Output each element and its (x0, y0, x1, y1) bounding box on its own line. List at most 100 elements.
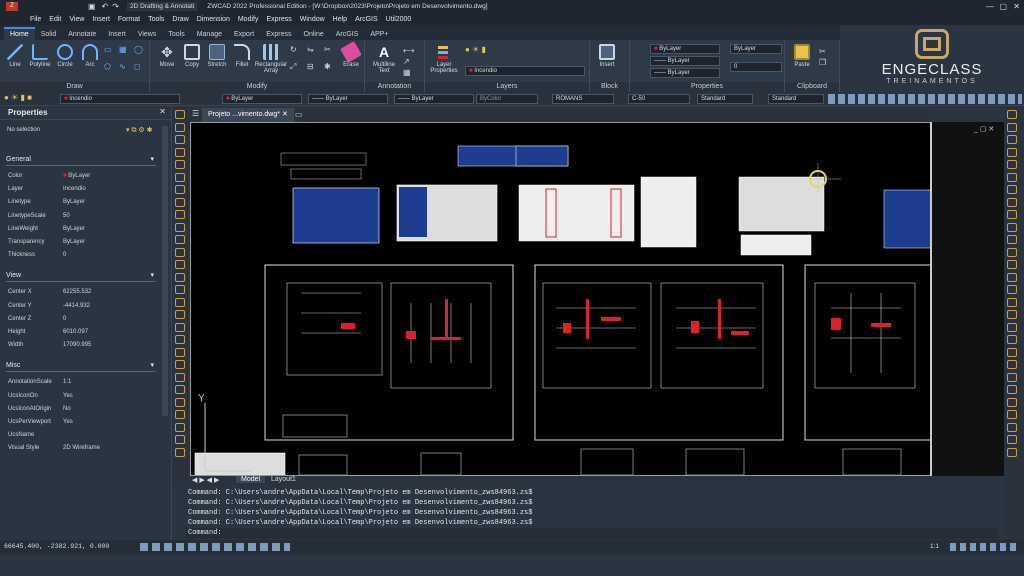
mleaderstyle-dropdown[interactable]: Standard (768, 94, 824, 104)
prop-annotationscale[interactable]: AnnotationScale 1:1 (8, 376, 168, 389)
linetype-dropdown[interactable]: —— ByLayer (650, 56, 720, 66)
tool-icon[interactable] (175, 160, 185, 169)
menu-util2000[interactable]: Util2000 (386, 16, 412, 23)
arc-tool[interactable]: Arc (77, 44, 103, 68)
tab-export[interactable]: Export (228, 29, 260, 40)
prop-center-x[interactable]: Center X 62255.532 (8, 286, 168, 299)
sun-icon[interactable]: ☀ (472, 45, 479, 54)
ellipse-icon[interactable]: ◯ (134, 45, 146, 59)
tool-icon[interactable] (175, 310, 185, 319)
tab-nav-icons[interactable]: ◀ ▶ ◀ ▶ (192, 476, 219, 484)
prop-width[interactable]: Width 17090.995 (8, 339, 168, 352)
linetype-toolbar-dropdown[interactable]: —— ByLayer (308, 94, 388, 104)
tool-icon[interactable] (1007, 110, 1017, 119)
color-dropdown[interactable]: ■ ByLayer (650, 44, 720, 54)
tool-icon[interactable] (1007, 235, 1017, 244)
tab-arcgis[interactable]: ArcGIS (330, 29, 365, 40)
tool-icon[interactable] (175, 347, 185, 357)
tool-icon[interactable] (1007, 172, 1017, 182)
move-tool[interactable]: ✥ Move (154, 44, 180, 68)
tool-icon[interactable] (1007, 247, 1017, 257)
explode-icon[interactable]: ✱ (324, 62, 338, 77)
tool-icon[interactable] (175, 272, 185, 282)
fillet-tool[interactable]: Fillet (229, 44, 255, 68)
selection-dropdown[interactable]: No selection (4, 126, 124, 136)
tool-icon[interactable] (1007, 285, 1017, 294)
dimstyle-dropdown[interactable]: C-50 (628, 94, 690, 104)
prop-height[interactable]: Height 6010.097 (8, 326, 168, 339)
tab-model[interactable]: Model (236, 476, 266, 483)
textstyle-dropdown[interactable]: ROMANS (552, 94, 614, 104)
menu-insert[interactable]: Insert (92, 16, 110, 23)
tool-icon[interactable] (175, 122, 185, 132)
tool-icon[interactable] (1007, 135, 1017, 144)
tool-icon[interactable] (175, 372, 185, 382)
tool-icon[interactable] (175, 172, 185, 182)
section-view[interactable]: View ▾ (6, 270, 156, 283)
tool-icon[interactable] (1007, 222, 1017, 232)
tool-icon[interactable] (175, 222, 185, 232)
lock-icon[interactable]: ▮ (481, 45, 485, 54)
tool-icon[interactable] (1007, 210, 1017, 219)
tab-home[interactable]: Home (4, 27, 35, 40)
tool-icon[interactable] (175, 410, 185, 419)
insert-tool[interactable]: Insert (594, 44, 620, 68)
workspace-select[interactable]: 2D Drafting & Annotati (126, 2, 198, 11)
trim-icon[interactable]: ✂ (324, 45, 338, 59)
drawing-svg[interactable]: Y _ ▢ ✕ (191, 123, 932, 476)
tool-icon[interactable] (1007, 397, 1017, 407)
leader-icon[interactable]: ↗ (403, 57, 410, 66)
copy-clip-icon[interactable]: ❐ (819, 58, 826, 67)
tool-icon[interactable] (175, 247, 185, 257)
prop-thickness[interactable]: Thickness 0 (8, 249, 168, 262)
tool-icon[interactable] (1007, 385, 1017, 394)
prop-transparency[interactable]: Transparency ByLayer (8, 236, 168, 249)
menu-icon[interactable]: ☰ (192, 109, 199, 118)
quick-access-save-icon[interactable]: ▣ (88, 2, 96, 11)
tablestyle-dropdown[interactable]: Standard (697, 94, 753, 104)
tab-solid[interactable]: Solid (35, 29, 63, 40)
menu-file[interactable]: File (30, 16, 41, 23)
prop-center-z[interactable]: Center Z0 (8, 313, 168, 326)
region-icon[interactable]: ◻ (134, 62, 146, 76)
section-general[interactable]: General ▾ (6, 154, 156, 166)
rectangular-array-tool[interactable]: Rectangular Array (254, 44, 288, 74)
status-icons[interactable] (950, 543, 1020, 551)
tool-icon[interactable] (175, 447, 185, 457)
tool-icon[interactable] (1007, 372, 1017, 382)
collapse-icon[interactable]: ▾ (150, 360, 154, 372)
drawing-canvas[interactable]: Y _ ▢ ✕ (190, 122, 932, 476)
doc-tab-close-icon[interactable]: ✕ (282, 111, 288, 118)
prop-linetypescale[interactable]: LinetypeScale 50 (8, 210, 168, 223)
tool-icon[interactable] (1007, 422, 1017, 432)
properties-close-icon[interactable]: ✕ (159, 107, 166, 116)
prop-visual-style[interactable]: Visual Style 2D Wireframe (8, 442, 168, 455)
menu-format[interactable]: Format (118, 16, 140, 23)
menu-arcgis[interactable]: ArcGIS (355, 16, 378, 23)
scale-icon[interactable]: ⤢ (290, 62, 304, 77)
line-tool[interactable]: Line (2, 44, 28, 68)
offset-icon[interactable]: ⊟ (307, 62, 321, 77)
tool-icon[interactable] (175, 185, 185, 194)
lineweight-toolbar-dropdown[interactable]: —— ByLayer (394, 94, 474, 104)
tool-icon[interactable] (1007, 147, 1017, 157)
tool-icon[interactable] (1007, 185, 1017, 194)
prop-ucsiconatorigin[interactable]: UcsIconAtOrigin No (8, 403, 168, 416)
tool-icon[interactable] (175, 335, 185, 344)
menu-window[interactable]: Window (300, 16, 325, 23)
tool-icon[interactable] (1007, 360, 1017, 369)
tool-icon[interactable] (1007, 435, 1017, 444)
minimize-icon[interactable]: — (986, 2, 994, 11)
new-tab-icon[interactable]: ▭ (295, 110, 303, 119)
tool-icon[interactable] (175, 435, 185, 444)
tool-icon[interactable] (175, 297, 185, 307)
color-toolbar-dropdown[interactable]: ■ ByLayer (222, 94, 302, 104)
spline-icon[interactable]: ∿ (119, 62, 131, 76)
plotstyle-toolbar-dropdown[interactable]: ByColor (476, 94, 538, 104)
tool-icon[interactable] (1007, 310, 1017, 319)
tool-icon[interactable] (1007, 410, 1017, 419)
tool-icon[interactable] (1007, 122, 1017, 132)
rectangle-icon[interactable]: ▭ (104, 45, 116, 59)
prop-ucsiconon[interactable]: UcsIconOn Yes (8, 390, 168, 403)
menu-tools[interactable]: Tools (148, 16, 164, 23)
